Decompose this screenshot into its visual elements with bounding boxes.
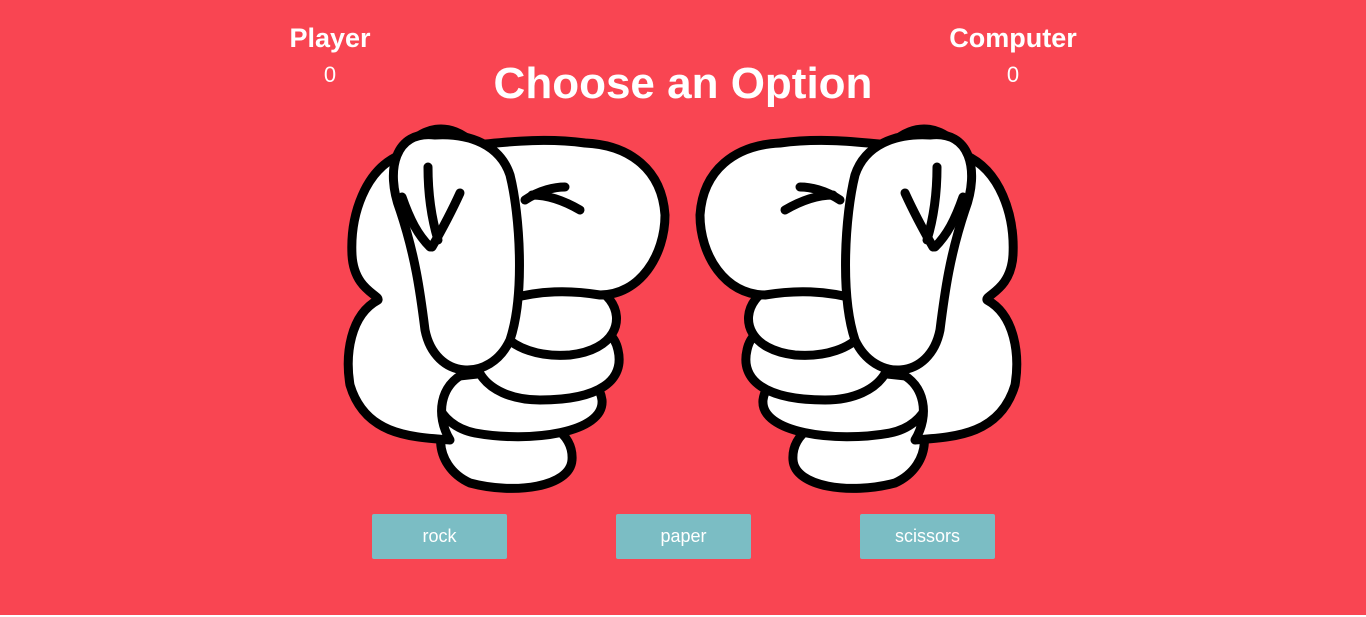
game-title: Choose an Option [493,59,873,108]
choice-buttons: rock paper scissors [0,514,1366,560]
computer-hand-icon [695,115,1025,495]
rock-button[interactable]: rock [372,514,507,559]
computer-score-label: Computer [949,23,1077,53]
game-screen: Player 0 Computer 0 Choose an Option roc… [0,0,1366,615]
player-hand-icon [340,115,670,495]
player-score-label: Player [289,23,371,53]
scissors-button[interactable]: scissors [860,514,995,559]
rock-fist-icon [695,124,1022,493]
paper-button[interactable]: paper [616,514,751,559]
rock-fist-icon [343,124,670,493]
